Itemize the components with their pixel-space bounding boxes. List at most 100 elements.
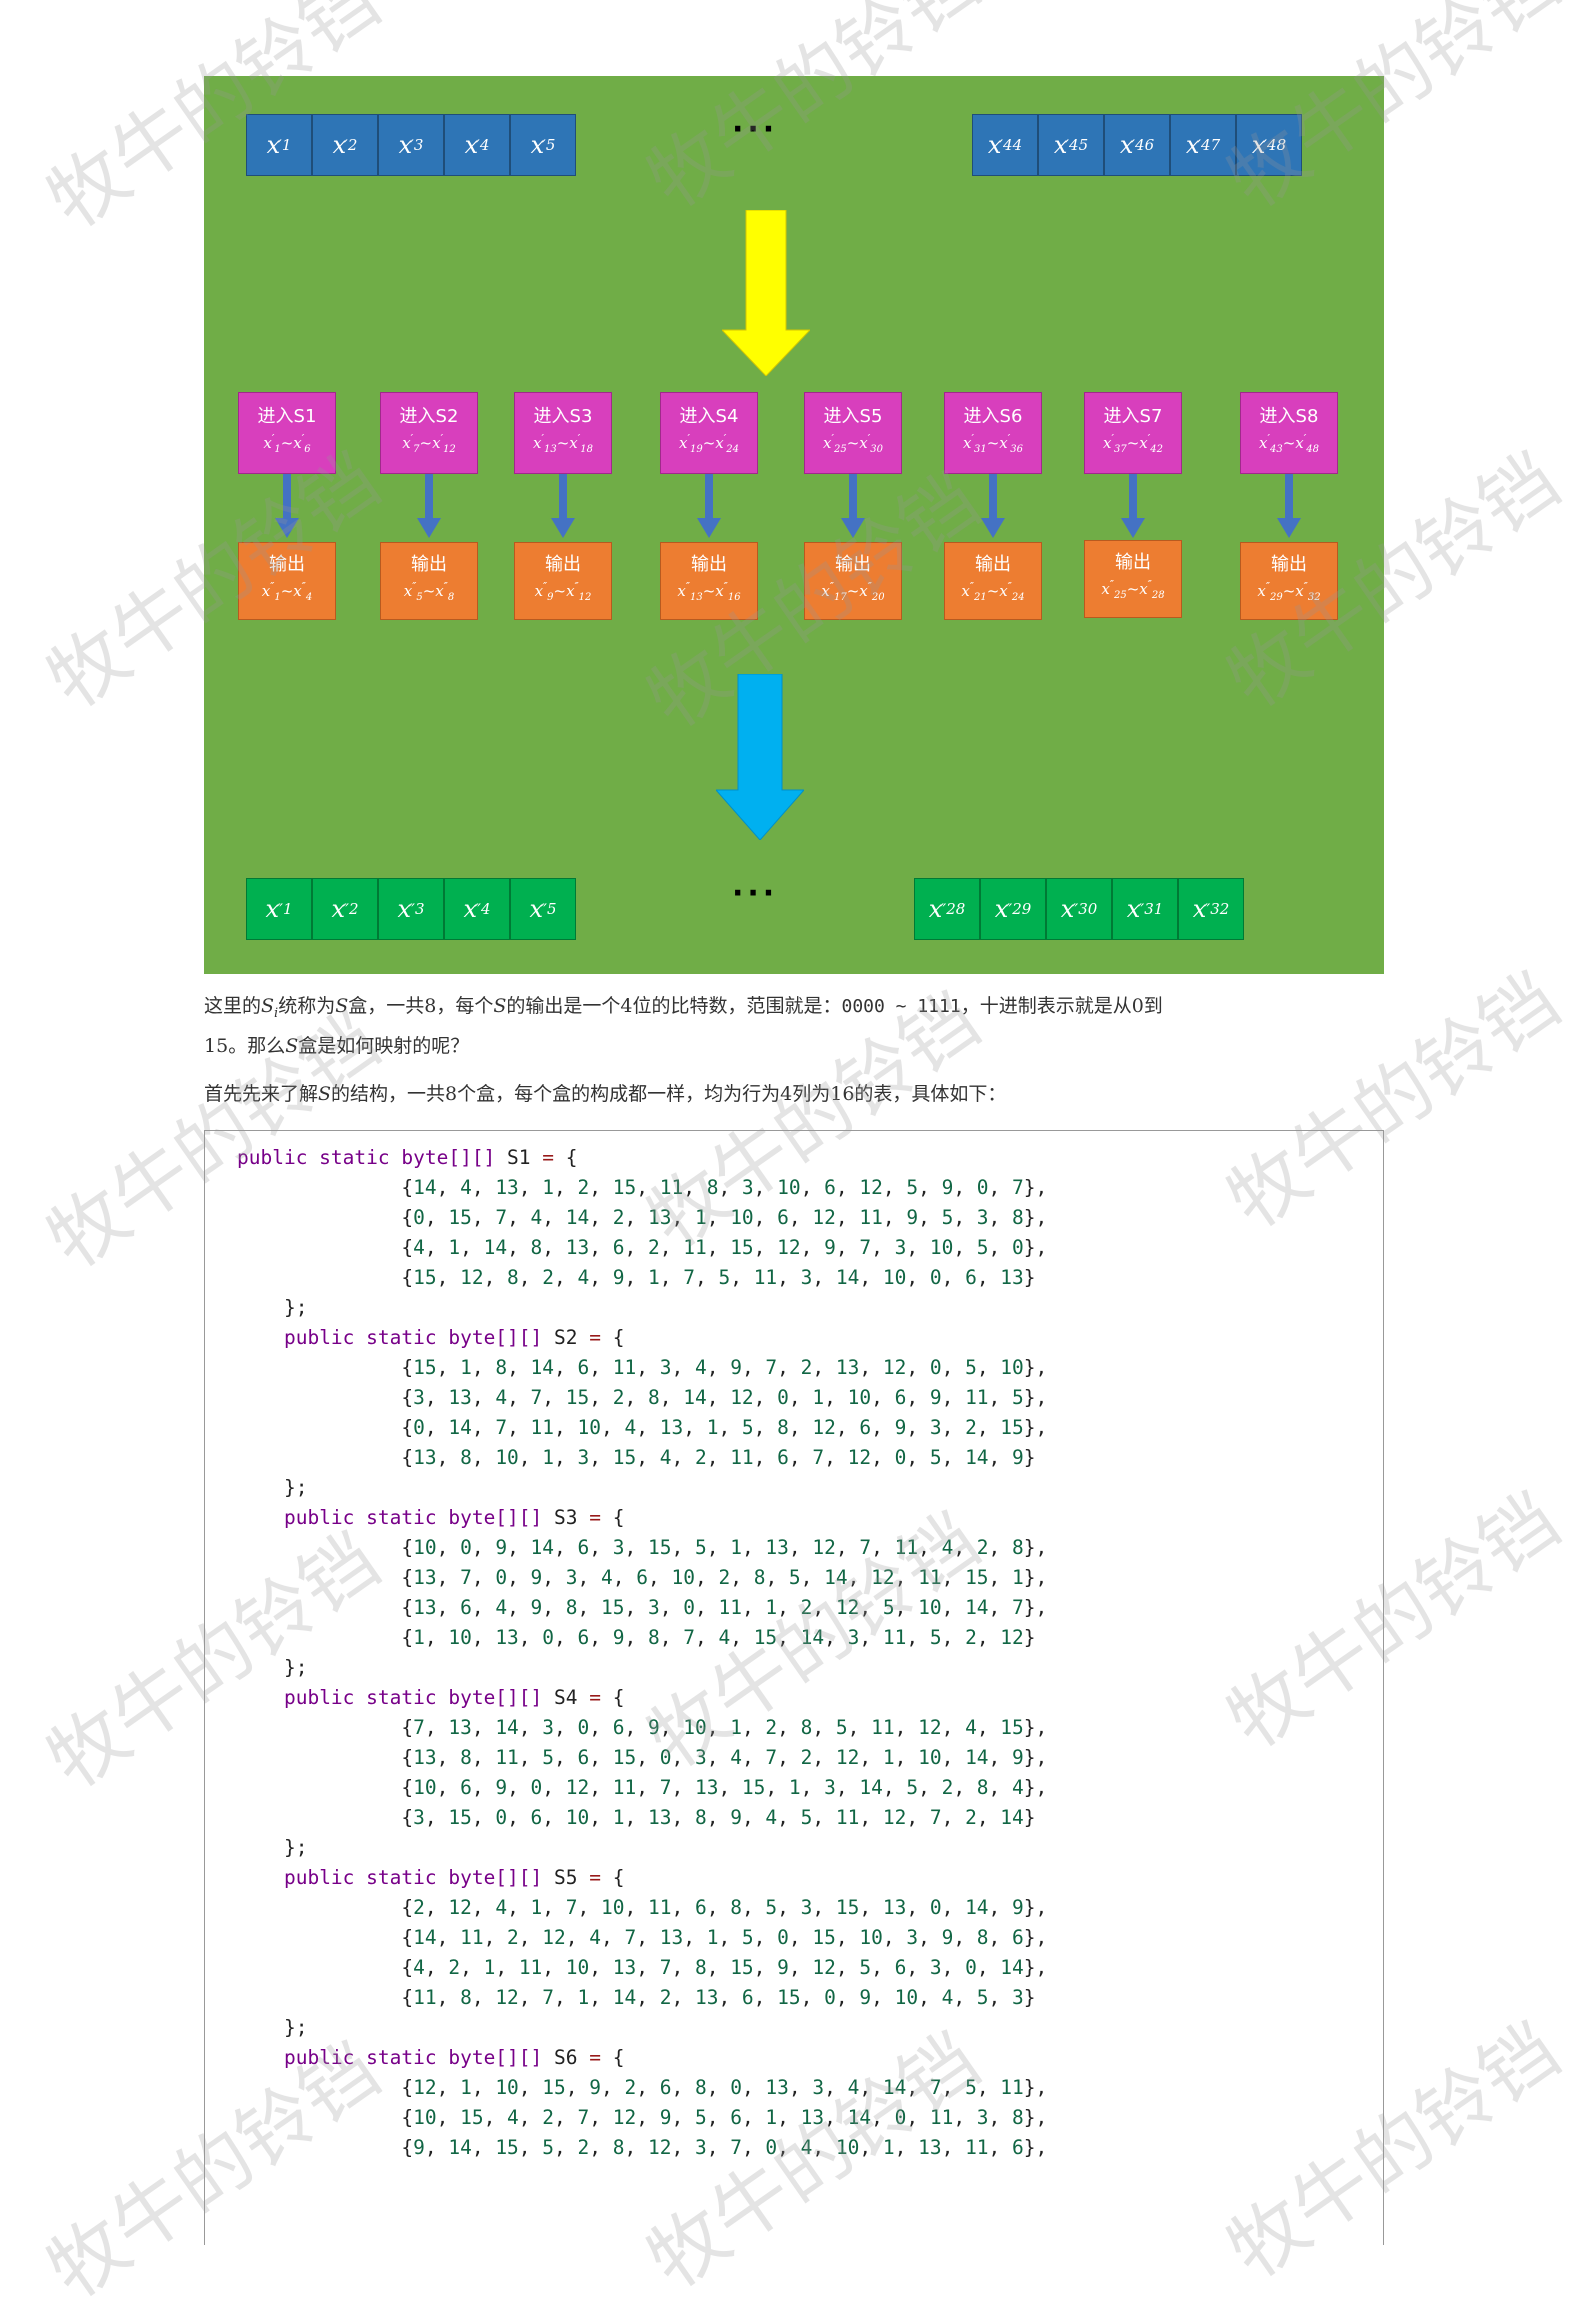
down-arrow-icon [551,474,575,538]
variable-cell: x ′ 1 [246,114,312,176]
sbox-output-2: 输出 x″5~x″8 [380,542,478,620]
cyan-down-arrow [716,674,804,840]
output-range: x″29~x″32 [1257,579,1321,603]
input-bits-left: x ′ 1 x ′ 2 x ′ 3 x ′ 4 x ′ 5 [246,114,576,176]
variable-index: 4 [480,900,491,918]
sbox-title: 进入S1 [257,405,317,427]
variable-index: 47 [1201,136,1221,154]
variable-cell: x ′ 48 [1236,114,1302,176]
variable-cell: x ′ 3 [378,114,444,176]
variable-index: 29 [1012,900,1032,918]
sbox-range: x′19~x′24 [679,431,739,455]
variable-index: 2 [347,136,358,154]
variable-cell: x ″ 30 [1046,878,1112,940]
variable-index: 30 [1078,900,1098,918]
output-title: 输出 [411,553,447,575]
output-range: x″21~x″24 [961,579,1025,603]
variable-index: 1 [281,136,292,154]
output-title: 输出 [975,553,1011,575]
down-arrow-icon [275,474,299,538]
output-title: 输出 [1115,551,1151,573]
sbox-range: x′37~x′42 [1103,431,1163,455]
variable-index: 48 [1267,136,1287,154]
sbox-title: 进入S6 [963,405,1023,427]
paragraph-sbox-structure: 首先先来了解S的结构，一共8个盒，每个盒的构成都一样，均为行为4列为16的表，具… [204,1083,1007,1105]
output-bits-right: x ″ 28 x ″ 29 x ″ 30 x ″ 31 x ″ 32 [914,878,1244,940]
sbox-input-6: 进入S6 x′31~x′36 [944,392,1042,474]
input-bits-right: x ′ 44 x ′ 45 x ′ 46 x ′ 47 x ′ 48 [972,114,1302,176]
variable-cell: x ″ 1 [246,878,312,940]
down-arrow-icon [1121,474,1145,538]
variable-index: 32 [1210,900,1230,918]
variable-cell: x ′ 2 [312,114,378,176]
output-range: x″9~x″12 [534,579,592,603]
code-block: public static byte[][] S1 = { {14, 4, 13… [204,1130,1384,2245]
variable-cell: x ′ 46 [1104,114,1170,176]
sbox-title: 进入S5 [823,405,883,427]
sbox-range: x′13~x′18 [533,431,593,455]
down-arrow-icon [697,474,721,538]
variable-index: 3 [413,136,424,154]
variable-cell: x ′ 4 [444,114,510,176]
variable-index: 44 [1003,136,1023,154]
variable-cell: x ′ 45 [1038,114,1104,176]
sbox-output-3: 输出 x″9~x″12 [514,542,612,620]
output-title: 输出 [1271,553,1307,575]
variable-cell: x ′ 47 [1170,114,1236,176]
output-title: 输出 [691,553,727,575]
output-title: 输出 [835,553,871,575]
sbox-output-5: 输出 x″17~x″20 [804,542,902,620]
variable-index: 5 [546,900,557,918]
output-range: x″1~x″4 [261,579,313,603]
output-ellipsis: ··· [732,876,779,911]
variable-cell: x ″ 28 [914,878,980,940]
variable-cell: x ″ 31 [1112,878,1178,940]
variable-cell: x ′ 44 [972,114,1038,176]
variable-index: 3 [414,900,425,918]
output-range: x″17~x″20 [821,579,885,603]
down-arrow-icon [417,474,441,538]
variable-cell: x ″ 3 [378,878,444,940]
output-title: 输出 [269,553,305,575]
variable-index: 28 [946,900,966,918]
variable-cell: x ″ 4 [444,878,510,940]
down-arrow-icon [841,474,865,538]
output-range: x″5~x″8 [403,579,455,603]
variable-cell: x ″ 32 [1178,878,1244,940]
sbox-input-5: 进入S5 x′25~x′30 [804,392,902,474]
variable-index: 45 [1069,136,1089,154]
sbox-range: x′1~x′6 [263,431,311,455]
variable-cell: x ″ 2 [312,878,378,940]
yellow-down-arrow [722,210,810,376]
variable-cell: x ″ 29 [980,878,1046,940]
sbox-range: x′25~x′30 [823,431,883,455]
variable-cell: x ′ 5 [510,114,576,176]
input-ellipsis: ··· [732,112,779,147]
sbox-input-7: 进入S7 x′37~x′42 [1084,392,1182,474]
variable-index: 4 [479,136,490,154]
sbox-title: 进入S4 [679,405,739,427]
output-range: x″25~x″28 [1101,577,1165,601]
variable-index: 2 [348,900,359,918]
variable-index: 46 [1135,136,1155,154]
down-arrow-icon [1277,474,1301,538]
s-box-diagram: x ′ 1 x ′ 2 x ′ 3 x ′ 4 x ′ 5 ··· x ′ 44 x ′ 45 x ′ 46 x ′ 47 x ′ 48… [204,76,1384,974]
sbox-title: 进入S2 [399,405,459,427]
variable-cell: x ″ 5 [510,878,576,940]
sbox-title: 进入S7 [1103,405,1163,427]
output-bits-left: x ″ 1 x ″ 2 x ″ 3 x ″ 4 x ″ 5 [246,878,576,940]
sbox-output-1: 输出 x″1~x″4 [238,542,336,620]
sbox-title: 进入S3 [533,405,593,427]
sbox-range: x′31~x′36 [963,431,1023,455]
sbox-range: x′43~x′48 [1259,431,1319,455]
sbox-input-1: 进入S1 x′1~x′6 [238,392,336,474]
sbox-output-8: 输出 x″29~x″32 [1240,542,1338,620]
variable-index: 31 [1144,900,1164,918]
output-range: x″13~x″16 [677,579,741,603]
down-arrow-icon [981,474,1005,538]
variable-index: 1 [282,900,293,918]
sbox-input-3: 进入S3 x′13~x′18 [514,392,612,474]
paragraph-sbox-intro: 这里的Si统称为S盒，一共8，每个S的输出是一个4位的比特数，范围就是：0000… [204,995,1163,1057]
sbox-input-4: 进入S4 x′19~x′24 [660,392,758,474]
sbox-output-4: 输出 x″13~x″16 [660,542,758,620]
